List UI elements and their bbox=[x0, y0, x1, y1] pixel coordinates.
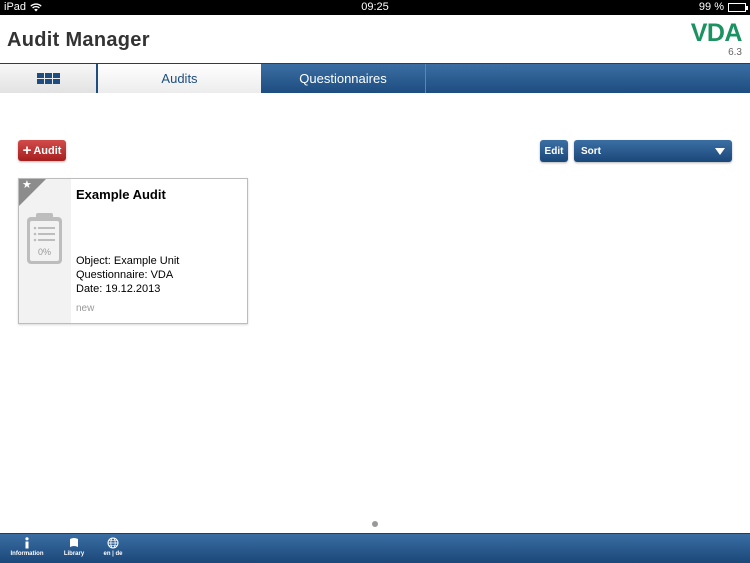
edit-button[interactable]: Edit bbox=[540, 140, 568, 162]
grid-icon bbox=[36, 73, 60, 84]
language-label: en | de bbox=[103, 551, 123, 557]
tab-audits-label: Audits bbox=[161, 71, 198, 86]
app-header: Audit Manager VDA 6.3 bbox=[0, 15, 750, 63]
audit-progress: 0% bbox=[37, 247, 51, 257]
audit-object: Object: Example Unit bbox=[76, 255, 180, 267]
plus-icon: + bbox=[22, 142, 32, 159]
library-label: Library bbox=[63, 551, 85, 557]
audit-questionnaire: Questionnaire: VDA bbox=[76, 269, 174, 281]
audit-status: new bbox=[76, 303, 95, 314]
library-button[interactable]: Library bbox=[60, 537, 88, 557]
audit-date: Date: 19.12.2013 bbox=[76, 283, 161, 295]
add-audit-label: Audit bbox=[33, 144, 62, 157]
page-indicator bbox=[372, 521, 378, 527]
page-title: Audit Manager bbox=[7, 29, 150, 51]
information-button[interactable]: Information bbox=[9, 537, 45, 557]
tab-questionnaires-label: Questionnaires bbox=[299, 71, 387, 86]
tab-bar: Audits Questionnaires bbox=[0, 63, 750, 93]
tab-audits[interactable]: Audits bbox=[98, 64, 261, 93]
star-icon: ★ bbox=[22, 179, 32, 191]
globe-icon bbox=[107, 537, 119, 549]
bottom-toolbar: Information Library en | de bbox=[0, 533, 750, 563]
audit-title: Example Audit bbox=[76, 187, 166, 202]
add-audit-button[interactable]: + Audit bbox=[18, 140, 66, 161]
version-label: 6.3 bbox=[728, 47, 742, 58]
language-switch[interactable]: en | de bbox=[100, 537, 126, 557]
tab-grid-view[interactable] bbox=[0, 64, 98, 93]
audit-card[interactable]: ★ 0% Example Audit Object: Example Unit … bbox=[18, 178, 248, 324]
sort-dropdown[interactable]: Sort bbox=[574, 140, 732, 162]
vda-logo: VDA bbox=[690, 19, 743, 47]
status-time: 09:25 bbox=[361, 1, 389, 13]
battery-percent: 99 % bbox=[698, 1, 724, 13]
information-label: Information bbox=[10, 551, 44, 557]
battery-icon bbox=[728, 2, 748, 12]
book-icon bbox=[68, 537, 80, 549]
info-icon bbox=[23, 537, 31, 549]
chevron-down-icon bbox=[715, 148, 725, 155]
sort-label: Sort bbox=[581, 145, 601, 157]
tab-questionnaires[interactable]: Questionnaires bbox=[261, 64, 426, 93]
status-bar: iPad 09:25 99 % bbox=[0, 0, 750, 15]
